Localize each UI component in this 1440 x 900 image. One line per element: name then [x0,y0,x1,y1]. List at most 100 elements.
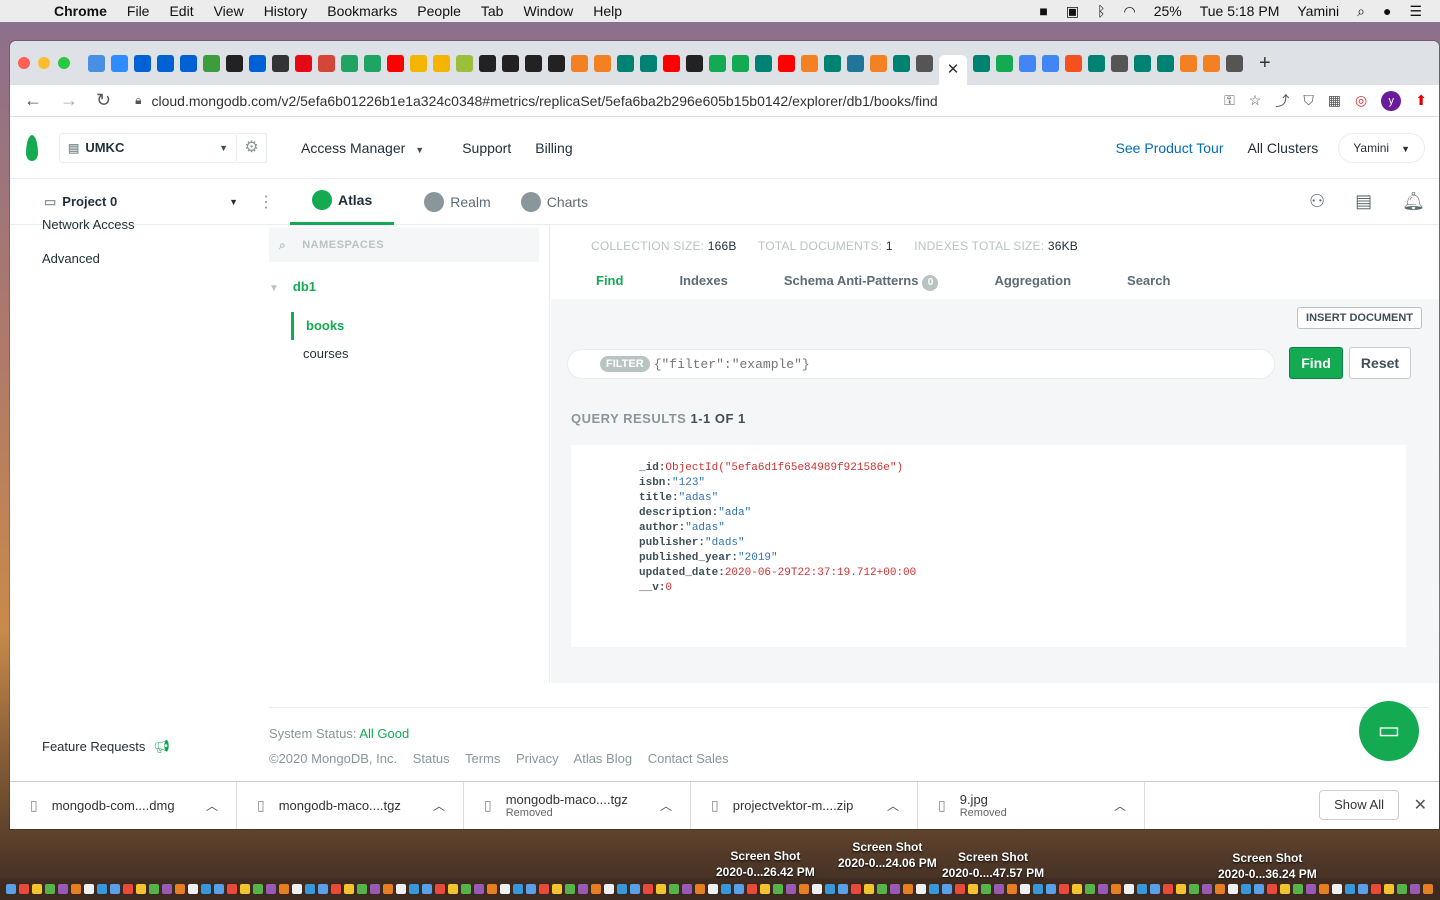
pinned-tab-favicon-icon[interactable] [1088,54,1105,72]
footer-link-contact-sales[interactable]: Contact Sales [648,751,729,766]
sidebar-item-network-access[interactable]: Network Access [42,217,134,229]
dock-app-icon[interactable] [1202,884,1212,894]
dock-app-icon[interactable] [409,884,419,894]
pinned-tab-favicon-icon[interactable] [640,54,657,72]
pinned-tab-favicon-icon[interactable] [341,54,358,72]
dock-app-icon[interactable] [812,884,822,894]
dock-app-icon[interactable] [838,884,848,894]
pinned-tab-favicon-icon[interactable] [157,54,174,72]
pinned-tab-favicon-icon[interactable] [364,54,381,72]
dock-app-icon[interactable] [656,884,666,894]
tab-find[interactable]: Find [566,265,649,291]
dock-app-icon[interactable] [942,884,952,894]
menu-tab[interactable]: Tab [481,3,504,19]
dock-app-icon[interactable] [526,884,536,894]
dock-app-icon[interactable] [214,884,224,894]
dock-app-icon[interactable] [682,884,692,894]
dock-app-icon[interactable] [6,884,16,894]
dock-app-icon[interactable] [1280,884,1290,894]
dock-app-icon[interactable] [539,884,549,894]
support-link[interactable]: Support [462,140,511,156]
dock-app-icon[interactable] [500,884,510,894]
collection-books[interactable]: books [291,312,344,340]
dock-app-icon[interactable] [1410,884,1420,894]
dock-app-icon[interactable] [1046,884,1056,894]
pinned-tab-favicon-icon[interactable] [318,54,335,72]
menu-view[interactable]: View [214,3,244,19]
pinned-tab-favicon-icon[interactable] [479,54,496,72]
dock-app-icon[interactable] [955,884,965,894]
find-button[interactable]: Find [1289,347,1343,379]
dock-app-icon[interactable] [786,884,796,894]
dock-app-icon[interactable] [461,884,471,894]
dock-app-icon[interactable] [487,884,497,894]
dock-app-icon[interactable] [136,884,146,894]
tab-search[interactable]: Search [1097,265,1196,291]
dock-app-icon[interactable] [1254,884,1264,894]
dock-app-icon[interactable] [1163,884,1173,894]
chevron-up-icon[interactable]: ︿ [660,797,672,814]
pinned-tab-favicon-icon[interactable] [111,54,128,72]
invite-user-icon[interactable]: ⚇ [1309,191,1325,212]
dock-app-icon[interactable] [1176,884,1186,894]
dock-app-icon[interactable] [890,884,900,894]
dock-app-icon[interactable] [357,884,367,894]
extension-icon[interactable]: ⤴ [1275,91,1289,111]
dock-app-icon[interactable] [383,884,393,894]
dock-app-icon[interactable] [968,884,978,894]
footer-link-status[interactable]: Status [413,751,450,766]
tab-aggregation[interactable]: Aggregation [964,265,1097,291]
dock-app-icon[interactable] [591,884,601,894]
dock-app-icon[interactable] [1020,884,1030,894]
pinned-tab-favicon-icon[interactable] [203,54,220,72]
bluetooth-icon[interactable]: ᛒ [1097,3,1105,19]
insert-document-button[interactable]: INSERT DOCUMENT [1297,307,1422,329]
collection-courses[interactable]: courses [289,346,349,361]
menu-window[interactable]: Window [523,3,573,19]
pinned-tab-favicon-icon[interactable] [226,54,243,72]
pinned-tab-favicon-icon[interactable] [1180,54,1197,72]
document-card[interactable]: _id:ObjectId("5efa6d1f65e84989f921586e")… [571,445,1406,647]
dock-app-icon[interactable] [1033,884,1043,894]
forward-icon[interactable]: → [60,90,78,111]
pinned-tab-favicon-icon[interactable] [387,54,404,72]
footer-link-atlas-blog[interactable]: Atlas Blog [574,751,633,766]
dock-app-icon[interactable] [292,884,302,894]
pinned-tab-favicon-icon[interactable] [1065,54,1082,72]
dock-app-icon[interactable] [474,884,484,894]
download-item[interactable]: ▯ mongodb-maco....tgz Removed ︿ [464,781,691,829]
dock-app-icon[interactable] [1384,884,1394,894]
dock-app-icon[interactable] [1059,884,1069,894]
chevron-up-icon[interactable]: ︿ [1114,797,1126,814]
pinned-tab-favicon-icon[interactable] [88,54,105,72]
url-field[interactable]: cloud.mongodb.com/v2/5efa6b01226b1e1a324… [151,93,937,109]
user-menu-button[interactable]: Yamini ▼ [1338,132,1425,163]
pinned-tab-favicon-icon[interactable] [893,54,910,72]
dock-app-icon[interactable] [1306,884,1316,894]
dock-app-icon[interactable] [1293,884,1303,894]
dock-app-icon[interactable] [1124,884,1134,894]
menu-app[interactable]: Chrome [54,3,107,19]
dock-app-icon[interactable] [994,884,1004,894]
dock-app-icon[interactable] [903,884,913,894]
extension-icon[interactable]: ◎ [1355,92,1367,109]
profile-avatar[interactable]: y [1381,90,1402,111]
pinned-tab-favicon-icon[interactable] [249,54,266,72]
dock-app-icon[interactable] [305,884,315,894]
dock-app-icon[interactable] [58,884,68,894]
extension-icon[interactable]: ▦ [1328,92,1341,109]
shield-icon[interactable]: ⛉ [1303,92,1314,109]
pinned-tab-favicon-icon[interactable] [180,54,197,72]
dock-app-icon[interactable] [1358,884,1368,894]
tab-realm[interactable]: Realm [424,179,491,225]
dock-app-icon[interactable] [45,884,55,894]
pinned-tab-favicon-icon[interactable] [686,54,703,72]
wifi-icon[interactable]: ◠ [1123,3,1135,20]
dock-app-icon[interactable] [760,884,770,894]
dock-app-icon[interactable] [643,884,653,894]
dock-app-icon[interactable] [604,884,614,894]
bell-icon[interactable]: 🔔︎ [1402,191,1425,212]
dock-app-icon[interactable] [1397,884,1407,894]
dock-app-icon[interactable] [227,884,237,894]
spotlight-icon[interactable]: ⌕ [1357,3,1365,20]
